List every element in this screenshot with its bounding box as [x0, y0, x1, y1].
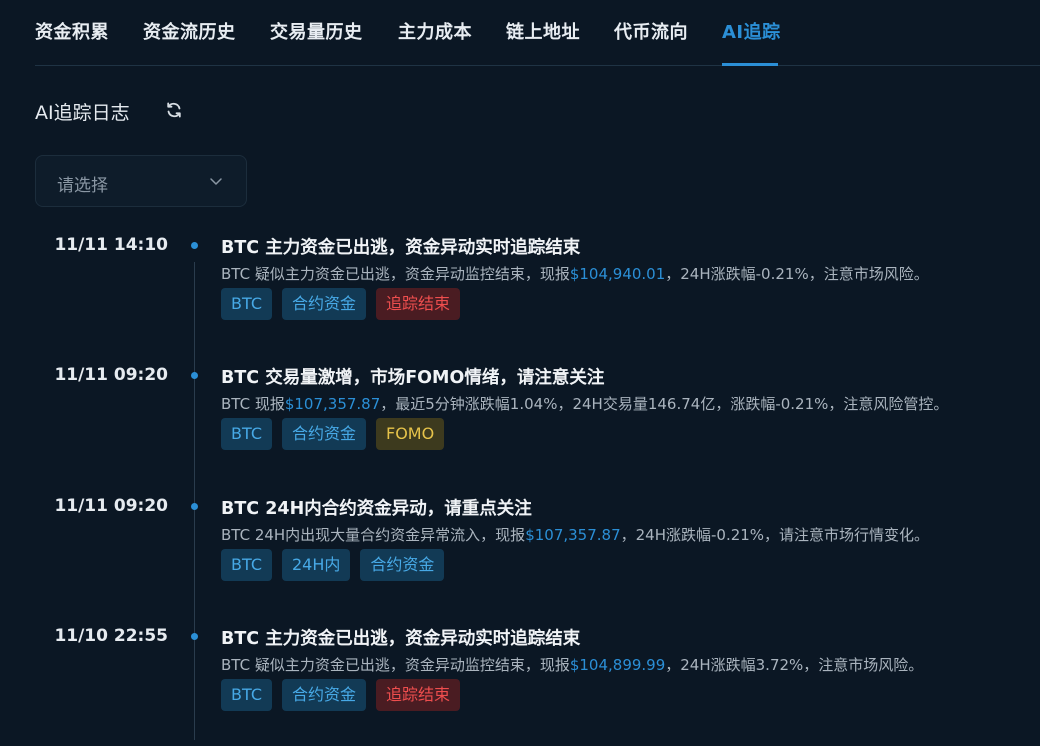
entry-title: BTC 交易量激增，市场FOMO情绪，请注意关注: [221, 368, 605, 388]
entry-description: BTC 疑似主力资金已出逃，资金异动监控结束，现报$104,940.01，24H…: [221, 265, 929, 283]
timeline-dot: [191, 242, 198, 249]
entry-title: BTC 主力资金已出逃，资金异动实时追踪结束: [221, 238, 581, 258]
tag-contract-funds[interactable]: 合约资金: [281, 418, 366, 450]
entry-price: $107,357.87: [525, 526, 621, 544]
refresh-icon[interactable]: [164, 100, 184, 120]
entry-time: 11/10 22:55: [54, 626, 168, 646]
log-entry: 11/11 09:20 BTC 24H内合约资金异动，请重点关注 BTC 24H…: [0, 496, 1040, 616]
entry-price: $104,899.99: [569, 656, 666, 674]
timeline-dot: [191, 372, 198, 379]
tag-btc[interactable]: BTC: [221, 549, 272, 581]
entry-time: 11/11 14:10: [54, 235, 168, 255]
chevron-down-icon: [208, 173, 224, 189]
tab-token-flow[interactable]: 代币流向: [614, 18, 688, 44]
entry-tags: BTC 24H内 合约资金: [221, 549, 445, 581]
entry-description: BTC 现报$107,357.87，最近5分钟涨跌幅1.04%，24H交易量14…: [221, 395, 949, 413]
tab-fund-accumulation[interactable]: 资金积累: [35, 18, 109, 44]
timeline-dot: [191, 633, 198, 640]
entry-description: BTC 24H内出现大量合约资金异常流入，现报$107,357.87，24H涨跌…: [221, 526, 930, 544]
tag-contract-funds[interactable]: 合约资金: [281, 679, 366, 711]
tag-tracking-ended[interactable]: 追踪结束: [376, 288, 461, 320]
tab-ai-tracking[interactable]: AI追踪: [722, 18, 781, 44]
active-tab-indicator: [722, 63, 778, 66]
timeline-dot: [191, 503, 198, 510]
entry-title: BTC 主力资金已出逃，资金异动实时追踪结束: [221, 629, 581, 649]
tab-fund-flow-history[interactable]: 资金流历史: [143, 18, 236, 44]
log-title: AI追踪日志: [35, 102, 130, 124]
tag-24h[interactable]: 24H内: [281, 549, 351, 581]
select-placeholder: 请选择: [57, 176, 108, 196]
tab-bar: 资金积累 资金流历史 交易量历史 主力成本 链上地址 代币流向 AI追踪: [35, 0, 1040, 66]
tag-tracking-ended[interactable]: 追踪结束: [376, 679, 461, 711]
tag-contract-funds[interactable]: 合约资金: [281, 288, 366, 320]
entry-price: $104,940.01: [569, 265, 666, 283]
entry-tags: BTC 合约资金 追踪结束: [221, 679, 461, 711]
entry-time: 11/11 09:20: [54, 365, 168, 385]
log-entry: 11/11 14:10 BTC 主力资金已出逃，资金异动实时追踪结束 BTC 疑…: [0, 235, 1040, 355]
tag-fomo[interactable]: FOMO: [376, 418, 445, 450]
tab-main-cost[interactable]: 主力成本: [398, 18, 472, 44]
tab-onchain-address[interactable]: 链上地址: [506, 18, 580, 44]
tag-btc[interactable]: BTC: [221, 288, 272, 320]
filter-select[interactable]: 请选择: [35, 155, 247, 207]
tag-btc[interactable]: BTC: [221, 418, 272, 450]
entry-time: 11/11 09:20: [54, 496, 168, 516]
tag-contract-funds[interactable]: 合约资金: [360, 549, 445, 581]
tag-btc[interactable]: BTC: [221, 679, 272, 711]
log-entry: 11/11 09:20 BTC 交易量激增，市场FOMO情绪，请注意关注 BTC…: [0, 365, 1040, 485]
entry-tags: BTC 合约资金 追踪结束: [221, 288, 461, 320]
entry-title: BTC 24H内合约资金异动，请重点关注: [221, 499, 532, 519]
entry-description: BTC 疑似主力资金已出逃，资金异动监控结束，现报$104,899.99，24H…: [221, 656, 924, 674]
log-entry: 11/10 22:55 BTC 主力资金已出逃，资金异动实时追踪结束 BTC 疑…: [0, 626, 1040, 746]
entry-tags: BTC 合约资金 FOMO: [221, 418, 445, 450]
entry-price: $107,357.87: [284, 395, 381, 413]
tab-volume-history[interactable]: 交易量历史: [270, 18, 363, 44]
